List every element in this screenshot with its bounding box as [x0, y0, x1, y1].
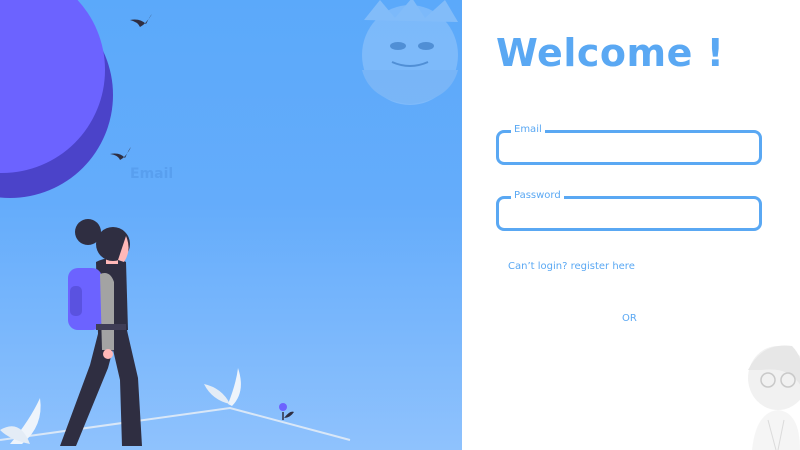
- or-divider: OR: [622, 313, 637, 324]
- login-panel: Welcome ! Email Password Can’t login? re…: [462, 0, 800, 450]
- password-input[interactable]: [507, 203, 755, 227]
- hiker-figure: [60, 219, 142, 446]
- email-label: Email: [511, 123, 545, 137]
- email-field[interactable]: Email: [496, 123, 762, 165]
- login-page: Email Welcome ! Email Password Can’t log…: [0, 0, 800, 450]
- ghost-email-label: Email: [130, 166, 174, 182]
- anime-ghost-top: [362, 0, 458, 105]
- leaf-icon: [284, 411, 294, 418]
- anime-character-image: [748, 345, 800, 450]
- leaf-icon: [228, 368, 241, 406]
- welcome-title: Welcome !: [496, 31, 725, 75]
- bird-icon: [130, 14, 152, 27]
- password-label: Password: [511, 189, 564, 203]
- ground-line: [0, 406, 351, 441]
- password-field[interactable]: Password: [496, 189, 762, 231]
- email-input[interactable]: [507, 137, 755, 161]
- flower-icon: [279, 403, 287, 411]
- hiker-illustration: [0, 0, 458, 446]
- register-link[interactable]: Can’t login? register here: [508, 261, 635, 272]
- leaf-icon: [204, 384, 230, 404]
- illustration-panel: Email: [0, 0, 462, 450]
- bird-icon: [110, 147, 131, 160]
